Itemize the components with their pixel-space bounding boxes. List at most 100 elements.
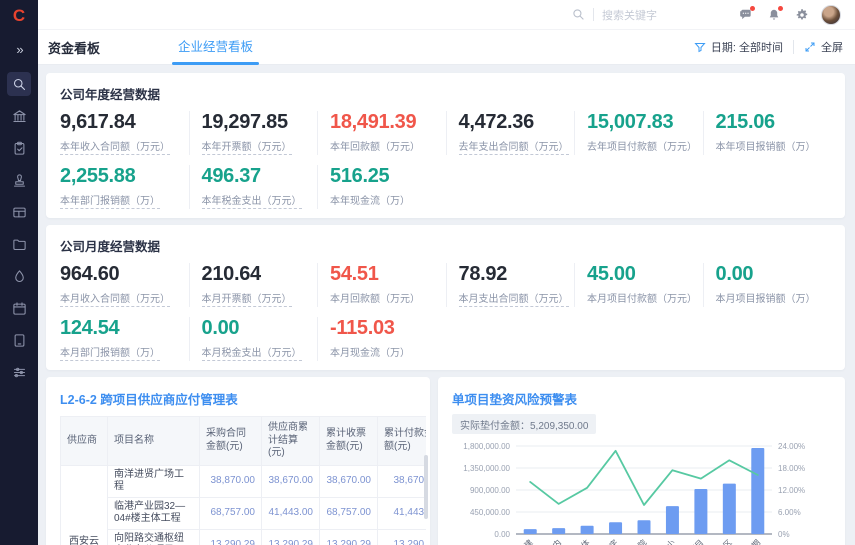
bar[interactable]	[723, 484, 736, 534]
kpi-value: 54.51	[330, 263, 446, 286]
stamp-icon	[12, 173, 27, 188]
sidebar-item-droplet[interactable]	[7, 264, 31, 288]
kpi-item: 15,007.83去年项目付款额（万元）	[574, 111, 703, 155]
kpi-item: -115.03本月现金流（万）	[317, 317, 446, 361]
sidebar-item-calendar[interactable]	[7, 296, 31, 320]
amount-cell: 68,757.00	[320, 497, 378, 529]
amount-cell: 13,290.29	[262, 529, 320, 545]
table-title: L2-6-2 跨项目供应商应付管理表	[60, 389, 426, 408]
left-axis-tick: 1,350,000.00	[463, 464, 510, 473]
sliders-icon	[12, 365, 27, 380]
bar[interactable]	[694, 489, 707, 534]
bar[interactable]	[581, 526, 594, 534]
expand-icon	[804, 41, 816, 53]
bar[interactable]	[751, 448, 764, 534]
supplier-table: 供应商项目名称采购合同金额(元)供应商累计结算(元)累计收票金额(元)累计付款金…	[60, 416, 426, 545]
sidebar-item-sliders[interactable]	[7, 360, 31, 384]
sidebar-item-clipboard[interactable]	[7, 136, 31, 160]
amount-cell: 68,757.00	[200, 497, 262, 529]
global-search[interactable]: 搜索关键字	[572, 7, 657, 23]
content-area: 公司年度经营数据 9,617.84本年收入合同额（万元）19,297.85本年开…	[38, 65, 855, 545]
kpi-item: 2,255.88本年部门报销额（万）	[60, 165, 189, 209]
search-placeholder: 搜索关键字	[602, 7, 657, 23]
kpi-value: 15,007.83	[587, 111, 703, 134]
kpi-label: 本月部门报销额（万）	[60, 344, 160, 361]
settings-icon	[795, 8, 809, 22]
chevrons-right-icon[interactable]: »	[16, 42, 21, 64]
kpi-item: 4,472.36去年支出合同额（万元）	[446, 111, 575, 155]
amount-cell: 38,670.00	[378, 465, 427, 497]
fullscreen-label: 全屏	[821, 39, 843, 55]
left-axis-tick: 1,800,000.00	[463, 442, 510, 451]
amount-cell: 38,870.00	[200, 465, 262, 497]
bar[interactable]	[524, 529, 537, 534]
annual-kpi-grid: 9,617.84本年收入合同额（万元）19,297.85本年开票额（万元）18,…	[60, 111, 831, 209]
kpi-label: 本年部门报销额（万）	[60, 192, 160, 209]
bar-line-chart: 1,800,000.0024.00%1,350,000.0018.00%900,…	[452, 438, 831, 545]
amount-cell: 38,670.00	[262, 465, 320, 497]
kpi-value: 0.00	[716, 263, 832, 286]
sidebar-item-tablet[interactable]	[7, 328, 31, 352]
kpi-label: 本月回款额（万元）	[330, 290, 420, 306]
left-axis-tick: 450,000.00	[470, 508, 511, 517]
kpi-item: 45.00本月项目付款额（万元）	[574, 263, 703, 307]
avatar[interactable]	[821, 5, 841, 25]
sidebar-item-building[interactable]	[7, 104, 31, 128]
amount-cell: 13,290.29	[378, 529, 427, 545]
kpi-label: 本月支出合同额（万元）	[459, 290, 569, 307]
date-filter[interactable]: 日期: 全部时间	[694, 39, 783, 55]
kpi-label: 本月现金流（万）	[330, 344, 410, 360]
funnel-icon	[694, 41, 706, 53]
settings-button[interactable]	[793, 6, 811, 24]
messages-button[interactable]	[737, 6, 755, 24]
card-title: 公司月度经营数据	[60, 236, 831, 255]
sidebar-item-stamp[interactable]	[7, 168, 31, 192]
kpi-label: 本月税金支出（万元）	[202, 344, 302, 361]
vertical-scrollbar[interactable]	[424, 455, 428, 519]
bottom-row: L2-6-2 跨项目供应商应付管理表 供应商项目名称采购合同金额(元)供应商累计…	[46, 377, 845, 545]
sidebar-nav	[7, 72, 31, 384]
supplier-payable-table-card: L2-6-2 跨项目供应商应付管理表 供应商项目名称采购合同金额(元)供应商累计…	[46, 377, 430, 545]
bar[interactable]	[638, 520, 651, 534]
clipboard-icon	[12, 141, 27, 156]
bar[interactable]	[609, 522, 622, 534]
kpi-item: 0.00本月项目报销额（万）	[703, 263, 832, 307]
left-axis-tick: 900,000.00	[470, 486, 511, 495]
fullscreen-button[interactable]: 全屏	[804, 39, 843, 55]
kpi-item: 964.60本月收入合同额（万元）	[60, 263, 189, 307]
tab-enterprise-board[interactable]: 企业经营看板	[166, 30, 265, 65]
kpi-value: 4,472.36	[459, 111, 575, 134]
bar[interactable]	[552, 528, 565, 534]
app-logo[interactable]: C	[0, 0, 38, 32]
amount-cell: 13,290.29	[320, 529, 378, 545]
kpi-item: 54.51 本月回款额（万元）	[317, 263, 446, 307]
right-axis-tick: 24.00%	[778, 442, 805, 451]
kpi-label: 本年税金支出（万元）	[202, 192, 302, 209]
sidebar-item-folder[interactable]	[7, 232, 31, 256]
tab-funds-board[interactable]: 资金看板	[48, 38, 100, 57]
table-wrapper[interactable]: 供应商项目名称采购合同金额(元)供应商累计结算(元)累计收票金额(元)累计付款金…	[60, 416, 426, 545]
sidebar-item-panel[interactable]	[7, 200, 31, 224]
building-icon	[12, 109, 27, 124]
column-header: 供应商累计结算(元)	[262, 417, 320, 466]
kpi-label: 本年项目报销额（万）	[716, 138, 816, 154]
amount-cell: 41,443.00	[262, 497, 320, 529]
kpi-item: 19,297.85本年开票额（万元）	[189, 111, 318, 155]
table-row: 向阳路交通枢纽商业办公项目13,290.2913,290.2913,290.29…	[61, 529, 427, 545]
kpi-label: 本月收入合同额（万元）	[60, 290, 170, 307]
table-header-row: 供应商项目名称采购合同金额(元)供应商累计结算(元)累计收票金额(元)累计付款金…	[61, 417, 427, 466]
bar[interactable]	[666, 506, 679, 534]
kpi-value: 215.06	[716, 111, 832, 134]
kpi-item: 78.92本月支出合同额（万元）	[446, 263, 575, 307]
right-axis-tick: 0%	[778, 530, 790, 539]
kpi-item: 496.37本年税金支出（万元）	[189, 165, 318, 209]
notifications-button[interactable]	[765, 6, 783, 24]
topbar-actions	[737, 6, 811, 24]
kpi-item: 9,617.84本年收入合同额（万元）	[60, 111, 189, 155]
project-name-cell: 向阳路交通枢纽商业办公项目	[108, 529, 200, 545]
sidebar-item-search[interactable]	[7, 72, 31, 96]
chart-title: 单项目垫资风险预警表	[452, 389, 831, 408]
kpi-label: 本年收入合同额（万元）	[60, 138, 170, 155]
kpi-item: 516.25本年现金流（万）	[317, 165, 446, 209]
logo-text: C	[13, 6, 25, 26]
